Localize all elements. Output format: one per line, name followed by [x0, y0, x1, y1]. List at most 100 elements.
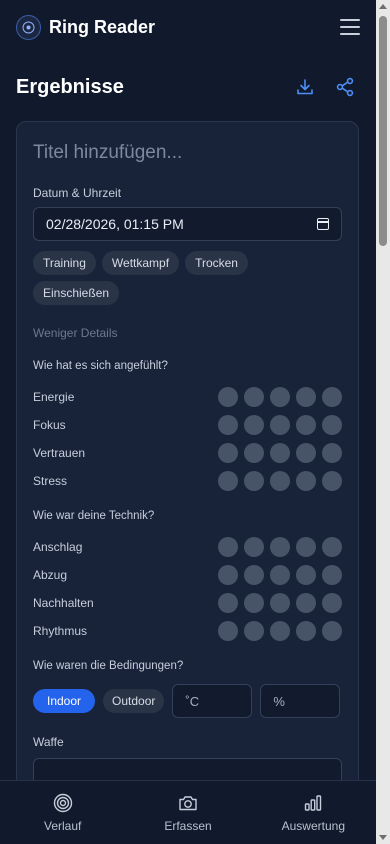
rating-dot[interactable] — [270, 565, 290, 585]
rating-dot[interactable] — [322, 415, 342, 435]
rating-dot[interactable] — [296, 621, 316, 641]
rating-dot[interactable] — [296, 387, 316, 407]
download-icon[interactable] — [292, 74, 318, 100]
datetime-input[interactable]: 02/28/2026, 01:15 PM — [33, 207, 342, 241]
vertical-scrollbar[interactable] — [376, 0, 390, 844]
rating-dot[interactable] — [218, 387, 238, 407]
rating-label: Abzug — [33, 568, 68, 582]
rating-dot[interactable] — [270, 593, 290, 613]
rating-label: Anschlag — [33, 540, 83, 554]
rating-dot[interactable] — [218, 471, 238, 491]
rating-row-energie: Energie — [33, 383, 342, 411]
humidity-input[interactable]: % — [260, 684, 341, 718]
bar-chart-icon — [303, 793, 323, 813]
app: Ring Reader Ergebnisse Titel hinzufügen.… — [0, 0, 376, 844]
rating-row-stress: Stress — [33, 467, 342, 495]
temperature-input[interactable]: ˚C — [172, 684, 253, 718]
rating-label: Vertrauen — [33, 446, 86, 460]
nav-history-label: Verlauf — [43, 819, 82, 833]
rating-dot[interactable] — [322, 443, 342, 463]
rating-dot[interactable] — [322, 565, 342, 585]
rating-dots — [218, 537, 342, 557]
rating-dot[interactable] — [218, 415, 238, 435]
nav-analysis[interactable]: Auswertung — [251, 781, 376, 844]
weapon-label: Waffe — [33, 735, 64, 749]
rating-dot[interactable] — [270, 415, 290, 435]
rating-row-abzug: Abzug — [33, 561, 342, 589]
nav-capture[interactable]: Erfassen — [125, 781, 250, 844]
nav-capture-label: Erfassen — [164, 819, 212, 833]
indoor-toggle[interactable]: Indoor — [33, 689, 96, 713]
nav-history[interactable]: Verlauf — [0, 781, 125, 844]
rating-dot[interactable] — [244, 565, 264, 585]
rating-dots — [218, 471, 342, 491]
outdoor-toggle[interactable]: Outdoor — [103, 689, 165, 713]
rating-dot[interactable] — [296, 565, 316, 585]
tag-wettkampf[interactable]: Wettkampf — [101, 251, 180, 275]
rating-dot[interactable] — [322, 621, 342, 641]
rating-dot[interactable] — [296, 415, 316, 435]
app-title: Ring Reader — [49, 16, 156, 37]
rating-dot[interactable] — [218, 443, 238, 463]
technique-ratings: Anschlag Abzug Nachhalten Rhythmus — [33, 533, 342, 645]
rating-dot[interactable] — [244, 593, 264, 613]
feeling-ratings: Energie Fokus Vertrauen Stress — [33, 383, 342, 495]
conditions-row: Indoor Outdoor ˚C % — [33, 684, 342, 718]
rating-dot[interactable] — [270, 443, 290, 463]
rating-dot[interactable] — [218, 621, 238, 641]
rating-dot[interactable] — [322, 593, 342, 613]
tag-einschiessen[interactable]: Einschießen — [33, 281, 120, 305]
result-card: Titel hinzufügen... Datum & Uhrzeit 02/2… — [16, 121, 359, 841]
rating-dots — [218, 415, 342, 435]
toggle-details-link[interactable]: Weniger Details — [33, 326, 342, 340]
rating-row-anschlag: Anschlag — [33, 533, 342, 561]
datetime-value: 02/28/2026, 01:15 PM — [46, 216, 184, 232]
nav-analysis-label: Auswertung — [281, 819, 345, 833]
rating-dot[interactable] — [244, 471, 264, 491]
rating-dot[interactable] — [218, 593, 238, 613]
title-input[interactable]: Titel hinzufügen... — [33, 142, 342, 166]
hamburger-menu-icon[interactable] — [340, 19, 360, 35]
tag-trocken[interactable]: Trocken — [185, 251, 248, 275]
bottom-nav: Verlauf Erfassen Auswertung — [0, 780, 376, 844]
scroll-down-arrow-icon[interactable] — [379, 835, 387, 840]
target-icon — [53, 793, 73, 813]
page-title: Ergebnisse — [16, 75, 124, 98]
rating-dot[interactable] — [270, 471, 290, 491]
page-header: Ergebnisse — [0, 68, 376, 106]
rating-row-vertrauen: Vertrauen — [33, 439, 342, 467]
rating-dots — [218, 593, 342, 613]
rating-dot[interactable] — [244, 387, 264, 407]
rating-label: Rhythmus — [33, 624, 88, 638]
rating-dot[interactable] — [322, 537, 342, 557]
brand[interactable]: Ring Reader — [16, 14, 156, 40]
rating-dot[interactable] — [244, 443, 264, 463]
rating-dot[interactable] — [244, 415, 264, 435]
tag-list: Training Wettkampf Trocken Einschießen — [33, 251, 333, 305]
tag-training[interactable]: Training — [33, 251, 96, 275]
conditions-heading: Wie waren die Bedingungen? — [33, 660, 184, 672]
rating-dot[interactable] — [296, 593, 316, 613]
target-logo-icon — [16, 14, 41, 40]
rating-dot[interactable] — [322, 387, 342, 407]
share-icon[interactable] — [332, 74, 358, 100]
camera-icon — [178, 793, 198, 813]
rating-dot[interactable] — [218, 537, 238, 557]
rating-dot[interactable] — [322, 471, 342, 491]
rating-dot[interactable] — [270, 387, 290, 407]
rating-dot[interactable] — [270, 537, 290, 557]
scroll-up-arrow-icon[interactable] — [379, 4, 387, 9]
rating-dot[interactable] — [296, 471, 316, 491]
technique-heading: Wie war deine Technik? — [33, 510, 155, 522]
header-actions — [292, 74, 360, 100]
rating-dot[interactable] — [270, 621, 290, 641]
rating-dot[interactable] — [218, 565, 238, 585]
rating-dot[interactable] — [244, 537, 264, 557]
rating-label: Stress — [33, 474, 68, 488]
rating-dot[interactable] — [296, 443, 316, 463]
calendar-icon[interactable] — [317, 218, 329, 230]
rating-dot[interactable] — [244, 621, 264, 641]
scrollbar-thumb[interactable] — [379, 16, 387, 246]
rating-dot[interactable] — [296, 537, 316, 557]
rating-row-nachhalten: Nachhalten — [33, 589, 342, 617]
